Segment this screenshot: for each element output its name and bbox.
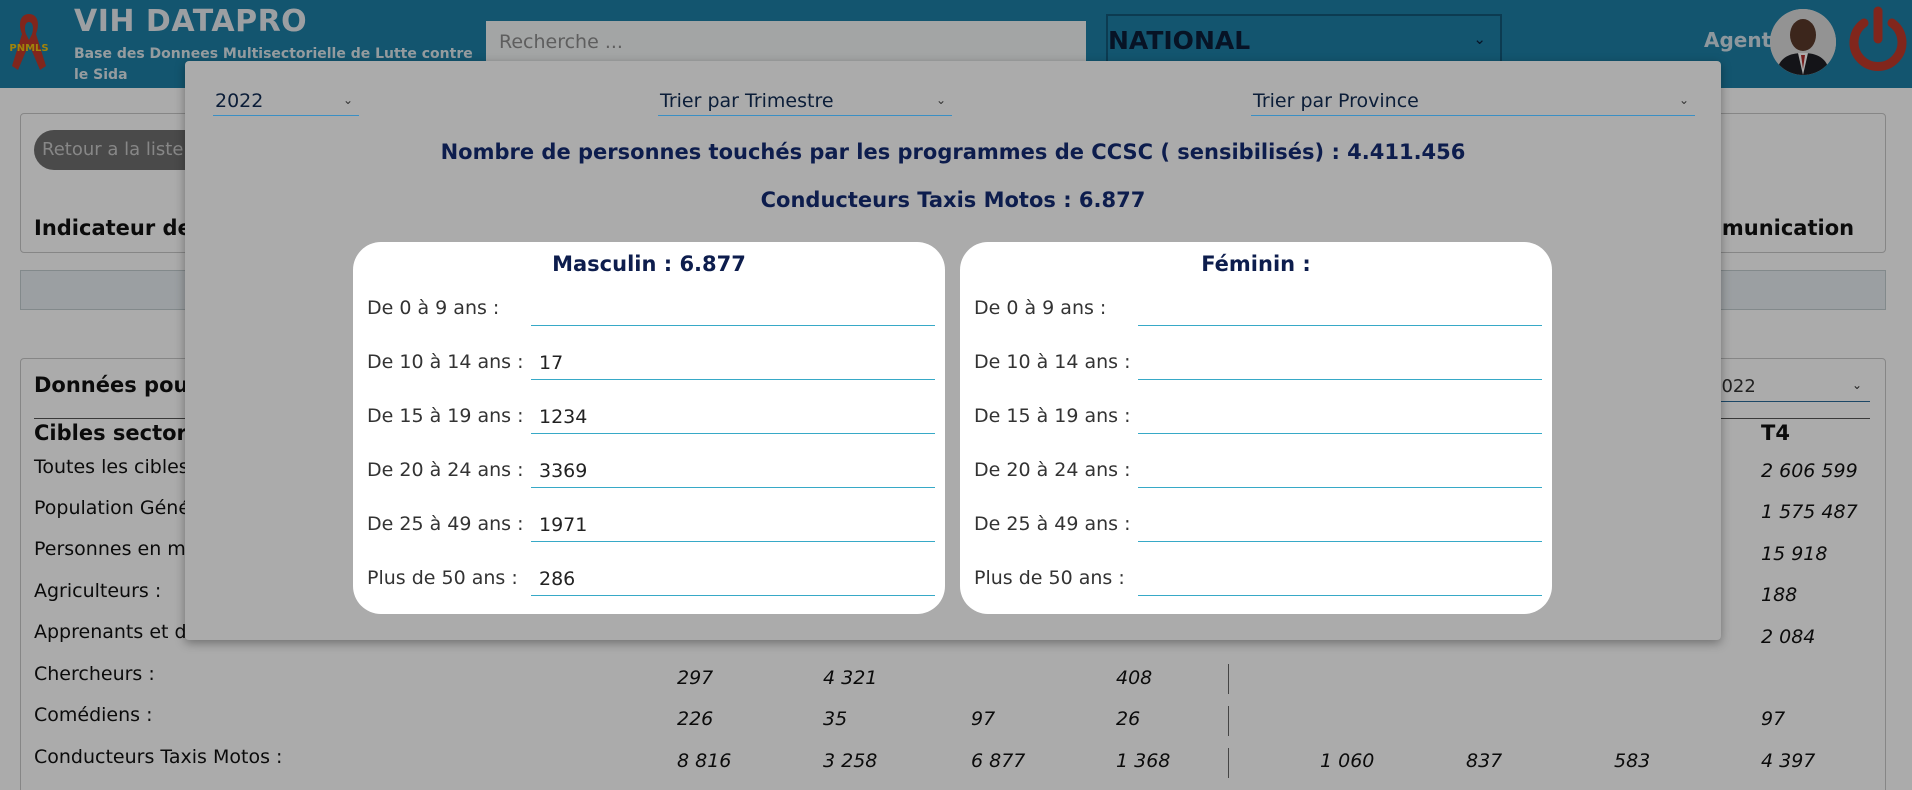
masculin-age-input[interactable] xyxy=(531,562,935,596)
age-label: De 20 à 24 ans : xyxy=(974,459,1131,481)
masculin-age-input[interactable] xyxy=(531,400,935,434)
feminin-age-input[interactable] xyxy=(1138,454,1542,488)
modal-subheading: Conducteurs Taxis Motos : 6.877 xyxy=(760,188,1146,212)
age-label: De 10 à 14 ans : xyxy=(367,351,524,373)
age-label: De 0 à 9 ans : xyxy=(367,297,500,319)
province-select-value: Trier par Province xyxy=(1253,90,1419,112)
age-label: De 20 à 24 ans : xyxy=(367,459,524,481)
chevron-down-icon: ⌄ xyxy=(1678,93,1689,107)
feminin-age-input[interactable] xyxy=(1138,292,1542,326)
age-label: De 15 à 19 ans : xyxy=(367,405,524,427)
masculin-card: Masculin : 6.877 De 0 à 9 ans : De 10 à … xyxy=(353,242,945,614)
age-label: De 25 à 49 ans : xyxy=(367,513,524,535)
modal-heading: Nombre de personnes touchés par les prog… xyxy=(440,140,1466,164)
age-label: Plus de 50 ans : xyxy=(367,567,518,589)
stats-modal: 2022 ⌄ Trier par Trimestre ⌄ Trier par P… xyxy=(185,61,1721,640)
age-label: De 15 à 19 ans : xyxy=(974,405,1131,427)
feminin-age-input[interactable] xyxy=(1138,508,1542,542)
chevron-down-icon: ⌄ xyxy=(935,93,946,107)
feminin-age-input[interactable] xyxy=(1138,562,1542,596)
masculin-age-input[interactable] xyxy=(531,454,935,488)
age-label: Plus de 50 ans : xyxy=(974,567,1125,589)
province-select[interactable]: Trier par Province ⌄ xyxy=(1251,86,1695,116)
age-label: De 10 à 14 ans : xyxy=(974,351,1131,373)
year-select-value: 2022 xyxy=(215,90,264,112)
feminin-card: Féminin : De 0 à 9 ans : De 10 à 14 ans … xyxy=(960,242,1552,614)
year-select[interactable]: 2022 ⌄ xyxy=(213,86,359,116)
feminin-age-input[interactable] xyxy=(1138,400,1542,434)
chevron-down-icon: ⌄ xyxy=(342,93,353,107)
age-label: De 25 à 49 ans : xyxy=(974,513,1131,535)
feminin-age-input[interactable] xyxy=(1138,346,1542,380)
masculin-age-input[interactable] xyxy=(531,508,935,542)
trimestre-select-value: Trier par Trimestre xyxy=(660,90,834,112)
masculin-title: Masculin : 6.877 xyxy=(552,252,746,276)
masculin-age-input[interactable] xyxy=(531,292,935,326)
feminin-title: Féminin : xyxy=(1201,252,1311,276)
trimestre-select[interactable]: Trier par Trimestre ⌄ xyxy=(658,86,952,116)
masculin-age-input[interactable] xyxy=(531,346,935,380)
age-label: De 0 à 9 ans : xyxy=(974,297,1107,319)
